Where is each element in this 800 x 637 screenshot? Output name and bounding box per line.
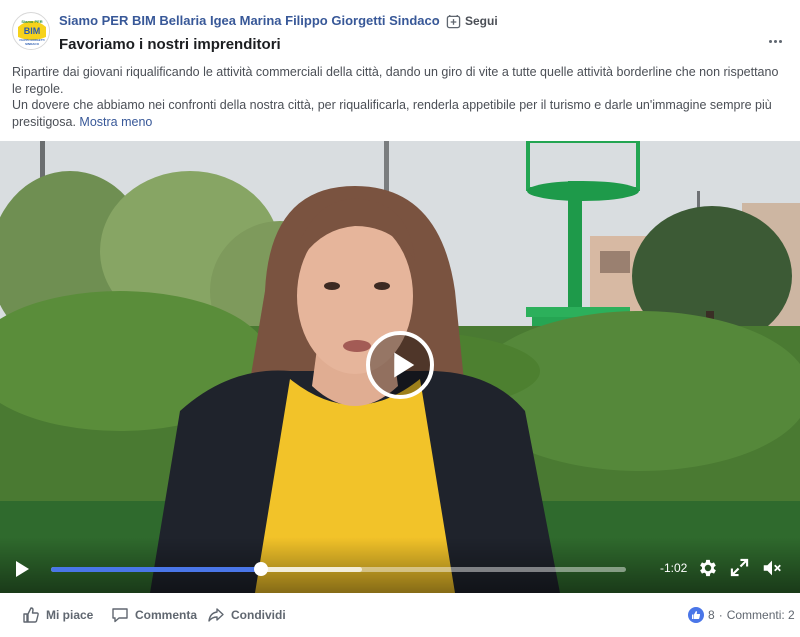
post-paragraph-1: Ripartire dai giovani riqualificando le … [12, 65, 779, 96]
volume-muted-icon[interactable] [761, 557, 783, 579]
progress-played [51, 567, 261, 572]
header-separator: · [434, 12, 438, 26]
see-less-link[interactable]: Mostra meno [79, 115, 152, 129]
avatar-line2-text: SINDACO [25, 42, 40, 46]
reactions-separator: · [718, 608, 723, 622]
comment-bubble-icon [112, 608, 128, 623]
post-text: Ripartire dai giovani riqualificando le … [12, 64, 788, 130]
post-header: Siamo PER BIM FILIPPO GIORGETTI SINDACO … [0, 0, 800, 62]
like-label: Mi piace [46, 608, 94, 622]
like-button[interactable]: Mi piace [22, 605, 93, 625]
comment-button[interactable]: Commenta [111, 605, 197, 625]
reaction-count: 8 [708, 608, 715, 622]
more-dot-icon [768, 39, 772, 43]
share-button[interactable]: Condividi [207, 605, 286, 625]
post-title: Favoriamo i nostri imprenditori [59, 36, 281, 53]
follow-icon [446, 14, 461, 28]
reactions-summary[interactable]: 8 · Commenti: 2 [688, 606, 795, 624]
play-icon [393, 352, 414, 378]
play-overlay-button[interactable] [366, 331, 434, 399]
like-reaction-icon [688, 607, 704, 623]
like-badge-thumb-icon [692, 611, 701, 619]
post-actions: Mi piace Commenta Condividi 8 · Commenti… [0, 594, 800, 637]
more-options-button[interactable] [764, 33, 786, 49]
progress-bar[interactable] [51, 562, 626, 576]
video-player[interactable]: -1:02 [0, 141, 800, 593]
comment-label: Commenta [135, 608, 198, 622]
more-dot-icon [773, 39, 777, 43]
page-logo: Siamo PER BIM FILIPPO GIORGETTI SINDACO [14, 14, 49, 49]
share-arrow-icon [208, 608, 224, 622]
share-label: Condividi [231, 608, 286, 622]
thumbs-up-icon [23, 607, 39, 623]
page-avatar[interactable]: Siamo PER BIM FILIPPO GIORGETTI SINDACO [12, 12, 50, 50]
page-name-link[interactable]: Siamo PER BIM Bellaria Igea Marina Filip… [59, 13, 440, 28]
comments-count-link[interactable]: Commenti: 2 [727, 608, 795, 622]
follow-label: Segui [465, 14, 498, 28]
progress-scrubber[interactable] [253, 562, 268, 576]
post-paragraph-2: Un dovere che abbiamo nei confronti dell… [12, 97, 788, 130]
settings-gear-icon[interactable] [697, 557, 719, 579]
play-control-icon[interactable] [12, 559, 32, 579]
more-dot-icon [778, 39, 782, 43]
time-remaining: -1:02 [660, 561, 688, 575]
avatar-top-text: Siamo PER [21, 19, 42, 24]
video-controls: -1:02 [0, 537, 800, 593]
follow-button[interactable]: Segui [446, 12, 498, 30]
fullscreen-icon[interactable] [730, 558, 749, 577]
avatar-logo-text: BIM [24, 26, 41, 36]
